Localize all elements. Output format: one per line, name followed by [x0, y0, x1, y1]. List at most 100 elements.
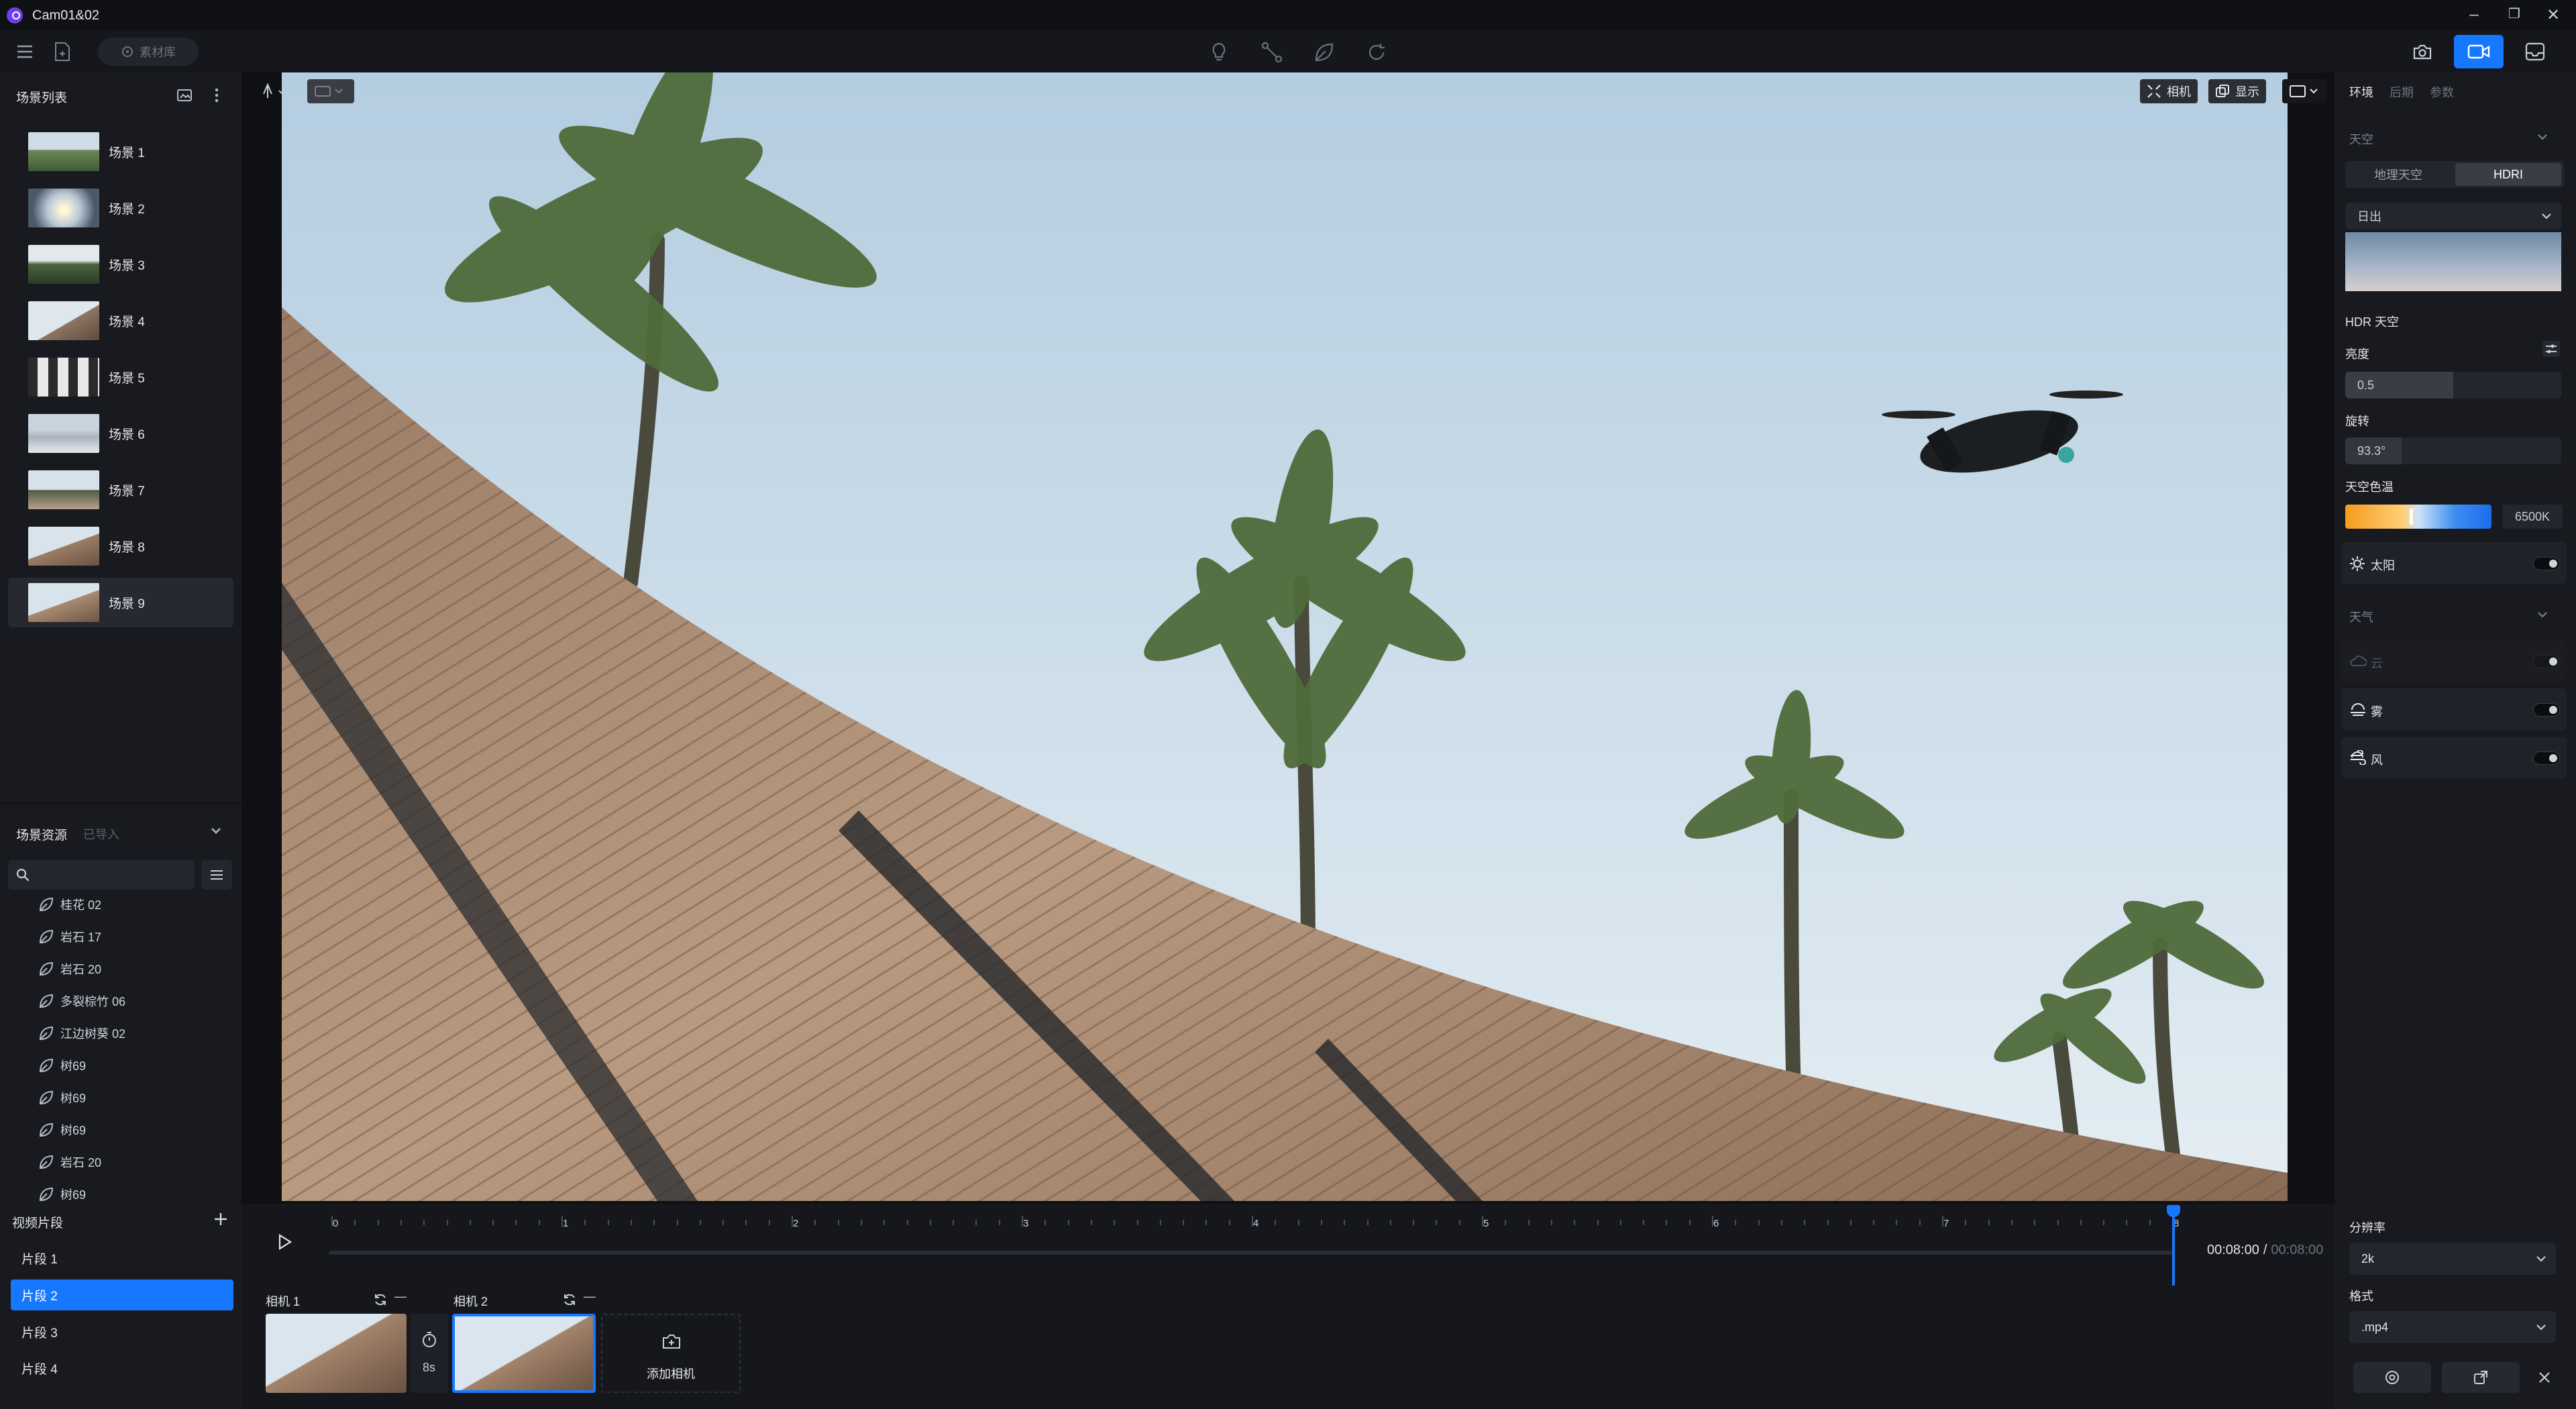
- clip-item-4[interactable]: 片段 4: [11, 1353, 233, 1384]
- close-window-icon[interactable]: ✕: [2540, 5, 2567, 25]
- playhead[interactable]: [2167, 1205, 2180, 1286]
- tab-hdri[interactable]: HDRI: [2455, 163, 2561, 186]
- play-icon[interactable]: [276, 1233, 292, 1251]
- scene-item-2[interactable]: 场景 2: [8, 183, 233, 233]
- search-input[interactable]: [8, 860, 195, 890]
- scene-item-6[interactable]: 场景 6: [8, 409, 233, 458]
- tick-mark: [883, 1220, 885, 1225]
- list-view-button[interactable]: [201, 860, 232, 890]
- transform-tool-button[interactable]: [259, 79, 288, 103]
- more-icon[interactable]: [213, 87, 220, 103]
- layers-tool-button[interactable]: [307, 79, 354, 103]
- scene-item-9[interactable]: 场景 9: [8, 578, 233, 627]
- scene-item-4[interactable]: 场景 4: [8, 296, 233, 346]
- list-item[interactable]: 树69: [39, 1082, 86, 1114]
- color-temp-value[interactable]: 6500K: [2502, 505, 2563, 529]
- cloud-toggle[interactable]: [2533, 655, 2560, 668]
- tick-mark: [998, 1220, 1000, 1225]
- menu-icon[interactable]: [16, 44, 34, 59]
- tab-imported[interactable]: 已导入: [83, 825, 119, 843]
- resolution-select[interactable]: 2k: [2349, 1243, 2556, 1275]
- lightbulb-icon[interactable]: [1209, 42, 1229, 63]
- leaf-icon: [39, 1123, 54, 1137]
- scene-item-label: 场景 9: [109, 596, 145, 611]
- transition-block[interactable]: 8s: [411, 1314, 448, 1393]
- list-item[interactable]: 岩石 17: [39, 921, 101, 953]
- chevron-down-icon[interactable]: [2537, 611, 2548, 619]
- tab-post[interactable]: 后期: [2390, 83, 2414, 101]
- list-item[interactable]: 岩石 20: [39, 953, 101, 985]
- tick-mark: [1114, 1220, 1116, 1225]
- list-item[interactable]: 岩石 20: [39, 1146, 101, 1178]
- asset-label: 树69: [60, 1188, 87, 1202]
- hdri-preset-select[interactable]: 日出: [2345, 203, 2561, 229]
- rotation-slider[interactable]: 93.3°: [2345, 437, 2561, 464]
- timeline-ruler[interactable]: 012345678: [329, 1204, 2180, 1244]
- screenshot-mode-button[interactable]: [2398, 35, 2447, 68]
- fog-toggle[interactable]: [2533, 703, 2560, 717]
- render-settings-button[interactable]: [2353, 1362, 2431, 1393]
- clip-item-2[interactable]: 片段 2: [11, 1280, 233, 1310]
- color-temp-slider[interactable]: [2345, 505, 2491, 529]
- total-time: 00:08:00: [2271, 1243, 2324, 1257]
- scene-thumbnail: [28, 132, 99, 171]
- list-item[interactable]: 树69: [39, 1049, 86, 1082]
- close-icon: [2539, 1372, 2550, 1383]
- camera1-thumbnail[interactable]: [266, 1314, 407, 1393]
- close-panel-button[interactable]: [2529, 1362, 2560, 1393]
- list-item[interactable]: 桂花 02: [39, 892, 101, 921]
- scene-item-1[interactable]: 场景 1: [8, 127, 233, 176]
- refresh-icon[interactable]: [562, 1292, 577, 1307]
- material-library-button[interactable]: 素材库: [98, 38, 199, 66]
- material-library-label: 素材库: [140, 46, 176, 59]
- scene-item-8[interactable]: 场景 8: [8, 521, 233, 571]
- chevron-down-icon[interactable]: [211, 827, 221, 835]
- camera2-thumbnail[interactable]: [452, 1314, 596, 1393]
- asset-label: 多裂棕竹 06: [60, 995, 126, 1008]
- file-icon[interactable]: [54, 42, 71, 62]
- scene-item-5[interactable]: 场景 5: [8, 352, 233, 402]
- tab-geo-sky[interactable]: 地理天空: [2345, 161, 2451, 188]
- minimize-icon[interactable]: –: [2461, 5, 2487, 25]
- refresh-icon[interactable]: [373, 1292, 388, 1307]
- export-tray-button[interactable]: [2510, 35, 2560, 68]
- viewport-render[interactable]: [282, 72, 2288, 1201]
- rotate-tool-icon[interactable]: [1366, 42, 1387, 63]
- slider-handle[interactable]: [2410, 509, 2413, 525]
- scene-item-3[interactable]: 场景 3: [8, 240, 233, 289]
- list-item[interactable]: 江边树葵 02: [39, 1017, 125, 1049]
- aperture-icon: [2385, 1371, 2399, 1384]
- sliders-icon[interactable]: [2542, 341, 2560, 357]
- restore-icon[interactable]: ❐: [2501, 5, 2528, 25]
- tick-mark: [953, 1220, 955, 1225]
- video-mode-button[interactable]: [2454, 35, 2504, 68]
- camera-view-button[interactable]: 相机: [2140, 79, 2198, 103]
- list-item[interactable]: 多裂棕竹 06: [39, 985, 125, 1017]
- brightness-slider[interactable]: 0.5: [2345, 372, 2561, 399]
- add-camera-button[interactable]: 添加相机: [601, 1314, 741, 1393]
- tab-params[interactable]: 参数: [2430, 83, 2454, 101]
- timeline-track[interactable]: [329, 1251, 2175, 1255]
- format-select[interactable]: .mp4: [2349, 1311, 2556, 1343]
- display-button[interactable]: 显示: [2208, 79, 2266, 103]
- scene-item-7[interactable]: 场景 7: [8, 465, 233, 515]
- list-item[interactable]: 树69: [39, 1178, 86, 1204]
- tick-label: 2: [793, 1218, 799, 1229]
- clip-item-3[interactable]: 片段 3: [11, 1316, 233, 1347]
- wind-toggle[interactable]: [2533, 751, 2560, 765]
- list-item[interactable]: 树69: [39, 1114, 86, 1146]
- export-video-button[interactable]: [2442, 1362, 2520, 1393]
- path-tool-icon[interactable]: [1261, 42, 1283, 63]
- tab-environment[interactable]: 环境: [2349, 83, 2373, 101]
- image-icon[interactable]: [177, 89, 192, 102]
- clip-item-1[interactable]: 片段 1: [11, 1243, 233, 1273]
- chevron-down-icon[interactable]: [2537, 133, 2548, 141]
- viewport-settings-button[interactable]: [2282, 79, 2326, 103]
- transform-icon: [263, 83, 285, 98]
- wind-icon: [2351, 750, 2366, 765]
- add-clip-icon[interactable]: [213, 1212, 228, 1227]
- sun-toggle[interactable]: [2533, 557, 2560, 570]
- leaf-tool-icon[interactable]: [1313, 42, 1335, 63]
- tick-mark: [1666, 1220, 1668, 1225]
- tick-mark: [745, 1220, 747, 1225]
